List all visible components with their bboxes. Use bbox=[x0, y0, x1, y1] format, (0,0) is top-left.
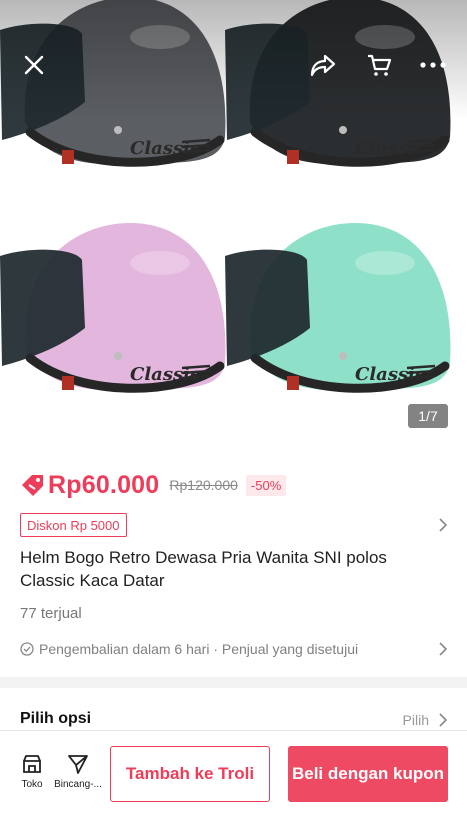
return-policy-text: Pengembalian dalam 6 hari · Penjual yang… bbox=[39, 641, 359, 657]
return-policy-row[interactable]: Pengembalian dalam 6 hari · Penjual yang… bbox=[20, 639, 358, 659]
options-action[interactable]: Pilih bbox=[403, 712, 429, 728]
add-to-cart-button[interactable]: Tambah ke Troli bbox=[110, 746, 270, 802]
bottom-action-bar: Toko Bincang-... Tambah ke Troli Beli de… bbox=[0, 730, 467, 814]
top-action-bar bbox=[0, 0, 467, 130]
current-price: Rp60.000 bbox=[48, 470, 160, 499]
chat-button[interactable]: Bincang-... bbox=[54, 753, 102, 803]
chat-label: Bincang-... bbox=[54, 779, 102, 790]
cart-icon[interactable] bbox=[361, 47, 397, 83]
chevron-right-icon[interactable] bbox=[437, 518, 449, 532]
shop-button[interactable]: Toko bbox=[10, 753, 54, 803]
coupon-badge[interactable]: Diskon Rp 5000 bbox=[20, 513, 127, 537]
options-label: Pilih opsi bbox=[20, 710, 92, 727]
chevron-right-icon[interactable] bbox=[437, 713, 449, 727]
discount-badge: -50% bbox=[245, 474, 287, 496]
product-image-gallery[interactable]: Classic Classic Classic Classic 1/7 bbox=[0, 0, 467, 437]
price-tag-icon bbox=[22, 475, 43, 496]
original-price: Rp120.000 bbox=[169, 477, 238, 493]
chevron-right-icon[interactable] bbox=[437, 642, 449, 656]
price-row: Rp60.000 Rp120.000 -50% bbox=[20, 470, 287, 500]
store-icon bbox=[23, 755, 41, 773]
buy-with-coupon-button[interactable]: Beli dengan kupon bbox=[288, 746, 448, 802]
check-circle-icon bbox=[20, 642, 34, 656]
share-icon[interactable] bbox=[305, 47, 341, 83]
section-divider bbox=[0, 677, 467, 688]
more-icon[interactable] bbox=[415, 47, 451, 83]
shop-label: Toko bbox=[21, 779, 43, 790]
sold-count: 77 terjual bbox=[20, 605, 82, 622]
product-title: Helm Bogo Retro Dewasa Pria Wanita SNI p… bbox=[20, 548, 387, 590]
close-icon[interactable] bbox=[16, 47, 52, 83]
image-counter: 1/7 bbox=[408, 404, 448, 428]
chat-send-icon bbox=[68, 755, 88, 774]
